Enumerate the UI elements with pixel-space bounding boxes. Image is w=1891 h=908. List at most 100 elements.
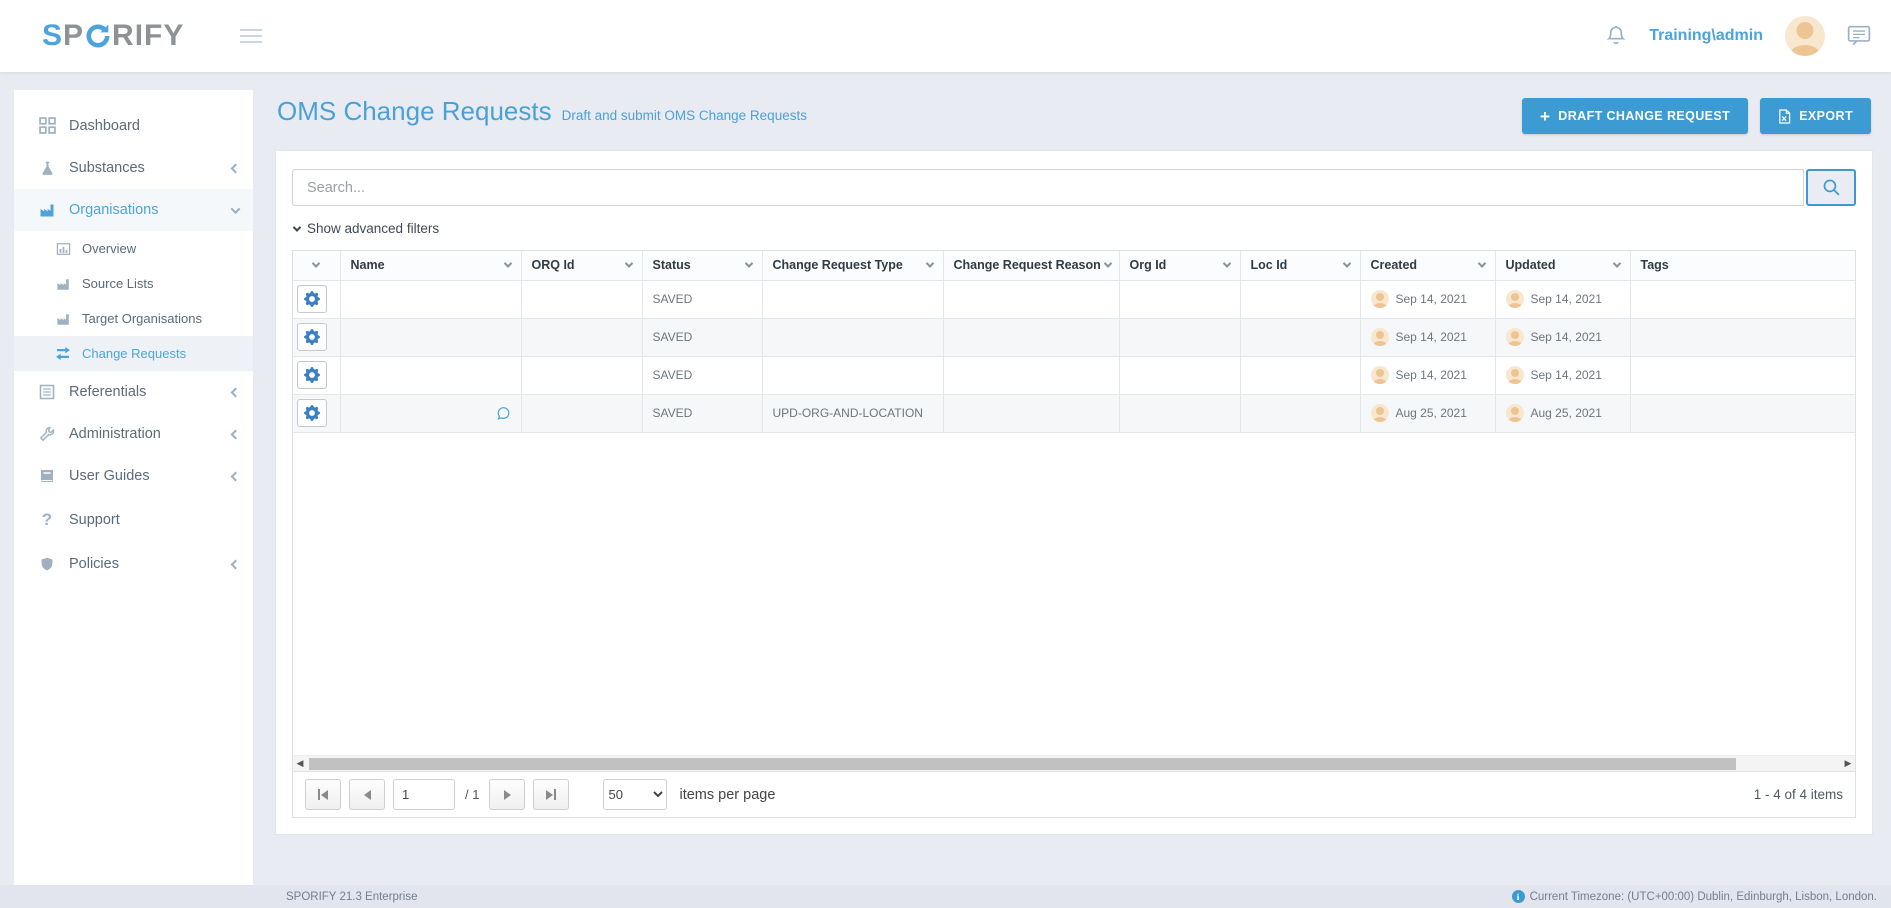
sidebar-item-referentials[interactable]: Referentials xyxy=(14,371,253,413)
menu-toggle-icon[interactable] xyxy=(236,25,266,47)
items-per-page-label: items per page xyxy=(679,787,775,803)
column-menu-icon[interactable] xyxy=(1222,260,1230,268)
sporify-logo[interactable]: SPRIFY xyxy=(42,19,184,53)
gear-icon xyxy=(304,291,320,307)
previous-page-button[interactable] xyxy=(349,779,385,810)
cell-updated: Aug 25, 2021 xyxy=(1495,394,1630,432)
topbar-right: Training\admin xyxy=(1605,16,1871,56)
page-header: OMS Change Requests Draft and submit OMS… xyxy=(277,96,1871,134)
sidebar-item-label: Overview xyxy=(82,241,136,256)
user-avatar xyxy=(1506,328,1524,346)
last-page-icon xyxy=(546,790,553,800)
sidebar-item-dashboard[interactable]: Dashboard xyxy=(14,104,253,147)
column-header-change-request-type[interactable]: Change Request Type xyxy=(762,251,943,280)
cell-loc-id xyxy=(1240,318,1360,356)
last-page-button[interactable] xyxy=(533,779,569,810)
column-menu-icon[interactable] xyxy=(1104,260,1112,268)
show-advanced-filters-toggle[interactable]: Show advanced filters xyxy=(294,221,439,236)
column-header-change-request-reason[interactable]: Change Request Reason xyxy=(943,251,1119,280)
sidebar-item-change-requests[interactable]: Change Requests xyxy=(14,336,253,371)
table-row[interactable]: SAVED Sep 14, 2021 Sep 14, 2021 xyxy=(293,280,1855,318)
cell-status: SAVED xyxy=(642,356,762,394)
sidebar-item-source-lists[interactable]: Source Lists xyxy=(14,266,253,301)
column-header-org-id[interactable]: Org Id xyxy=(1119,251,1240,280)
factory-icon xyxy=(54,312,72,326)
horizontal-scrollbar[interactable]: ◀ ▶ xyxy=(293,755,1855,771)
flask-icon xyxy=(38,160,56,176)
search-input[interactable] xyxy=(292,169,1804,206)
cell-tags xyxy=(1630,394,1855,432)
search-button[interactable] xyxy=(1806,169,1856,206)
first-page-button[interactable] xyxy=(305,779,341,810)
column-menu-icon[interactable] xyxy=(744,260,752,268)
cell-status: SAVED xyxy=(642,318,762,356)
column-header-orq-id[interactable]: ORQ Id xyxy=(521,251,642,280)
cell-status: SAVED xyxy=(642,280,762,318)
column-menu-icon[interactable] xyxy=(312,260,320,268)
draft-change-request-button[interactable]: + DRAFT CHANGE REQUEST xyxy=(1522,98,1748,134)
sidebar-item-administration[interactable]: Administration xyxy=(14,413,253,455)
cell-reason xyxy=(943,394,1119,432)
scroll-left-arrow-icon[interactable]: ◀ xyxy=(293,758,307,769)
sidebar-item-organisations[interactable]: Organisations xyxy=(14,189,253,231)
sidebar-item-overview[interactable]: Overview xyxy=(14,231,253,266)
export-button[interactable]: EXPORT xyxy=(1760,98,1871,134)
organisations-submenu: Overview Source Lists Target Organisatio… xyxy=(14,231,253,371)
column-header-created[interactable]: Created xyxy=(1360,251,1495,280)
gear-icon xyxy=(304,367,320,383)
grid-empty-area xyxy=(293,433,1855,756)
change-requests-table: Name ORQ Id Status Change Request Type C… xyxy=(293,251,1855,433)
column-header-updated[interactable]: Updated xyxy=(1495,251,1630,280)
chevron-left-icon xyxy=(232,426,239,442)
column-menu-icon[interactable] xyxy=(1477,260,1485,268)
feedback-chat-icon[interactable] xyxy=(1847,25,1871,47)
sidebar-item-target-organisations[interactable]: Target Organisations xyxy=(14,301,253,336)
cell-org-id xyxy=(1119,394,1240,432)
column-menu-icon[interactable] xyxy=(503,260,511,268)
scroll-right-arrow-icon[interactable]: ▶ xyxy=(1841,758,1855,769)
table-row[interactable]: SAVED UPD-ORG-AND-LOCATION Aug 25, 2021 … xyxy=(293,394,1855,432)
sidebar-item-policies[interactable]: Policies xyxy=(14,543,253,585)
page-body: Dashboard Substances Organisations Overv… xyxy=(0,72,1891,886)
column-header-loc-id[interactable]: Loc Id xyxy=(1240,251,1360,280)
column-menu-header[interactable] xyxy=(293,251,340,280)
comment-bubble-icon[interactable] xyxy=(496,406,511,421)
sidebar-item-label: Organisations xyxy=(69,202,158,218)
row-actions-gear-button[interactable] xyxy=(297,399,327,427)
column-menu-icon[interactable] xyxy=(624,260,632,268)
column-header-tags[interactable]: Tags xyxy=(1630,251,1855,280)
sidebar-item-substances[interactable]: Substances xyxy=(14,147,253,189)
page-number-input[interactable] xyxy=(393,779,455,810)
sidebar-item-support[interactable]: ? Support xyxy=(14,497,253,543)
cell-type xyxy=(762,356,943,394)
column-menu-icon[interactable] xyxy=(1612,260,1620,268)
row-actions-gear-button[interactable] xyxy=(297,323,327,351)
sidebar-item-user-guides[interactable]: User Guides xyxy=(14,455,253,497)
scrollbar-track[interactable] xyxy=(307,758,1841,770)
row-actions-gear-button[interactable] xyxy=(297,285,327,313)
cell-orq-id xyxy=(521,356,642,394)
column-menu-icon[interactable] xyxy=(925,260,933,268)
table-row[interactable]: SAVED Sep 14, 2021 Sep 14, 2021 xyxy=(293,356,1855,394)
user-menu[interactable]: Training\admin xyxy=(1649,27,1763,45)
book-icon xyxy=(38,468,56,484)
cell-reason xyxy=(943,318,1119,356)
scrollbar-thumb[interactable] xyxy=(309,758,1736,770)
page-count-label: / 1 xyxy=(465,787,479,802)
table-row[interactable]: SAVED Sep 14, 2021 Sep 14, 2021 xyxy=(293,318,1855,356)
column-header-name[interactable]: Name xyxy=(340,251,521,280)
column-menu-icon[interactable] xyxy=(1342,260,1350,268)
next-page-button[interactable] xyxy=(489,779,525,810)
cell-reason xyxy=(943,356,1119,394)
page-subtitle: Draft and submit OMS Change Requests xyxy=(562,108,807,123)
cell-loc-id xyxy=(1240,394,1360,432)
factory-icon xyxy=(54,277,72,291)
page-size-select[interactable]: 50 xyxy=(603,779,667,810)
cell-created: Sep 14, 2021 xyxy=(1360,356,1495,394)
column-header-status[interactable]: Status xyxy=(642,251,762,280)
cell-org-id xyxy=(1119,280,1240,318)
notifications-bell-icon[interactable] xyxy=(1605,24,1627,48)
user-avatar[interactable] xyxy=(1785,16,1825,56)
row-actions-gear-button[interactable] xyxy=(297,361,327,389)
cell-updated: Sep 14, 2021 xyxy=(1495,318,1630,356)
